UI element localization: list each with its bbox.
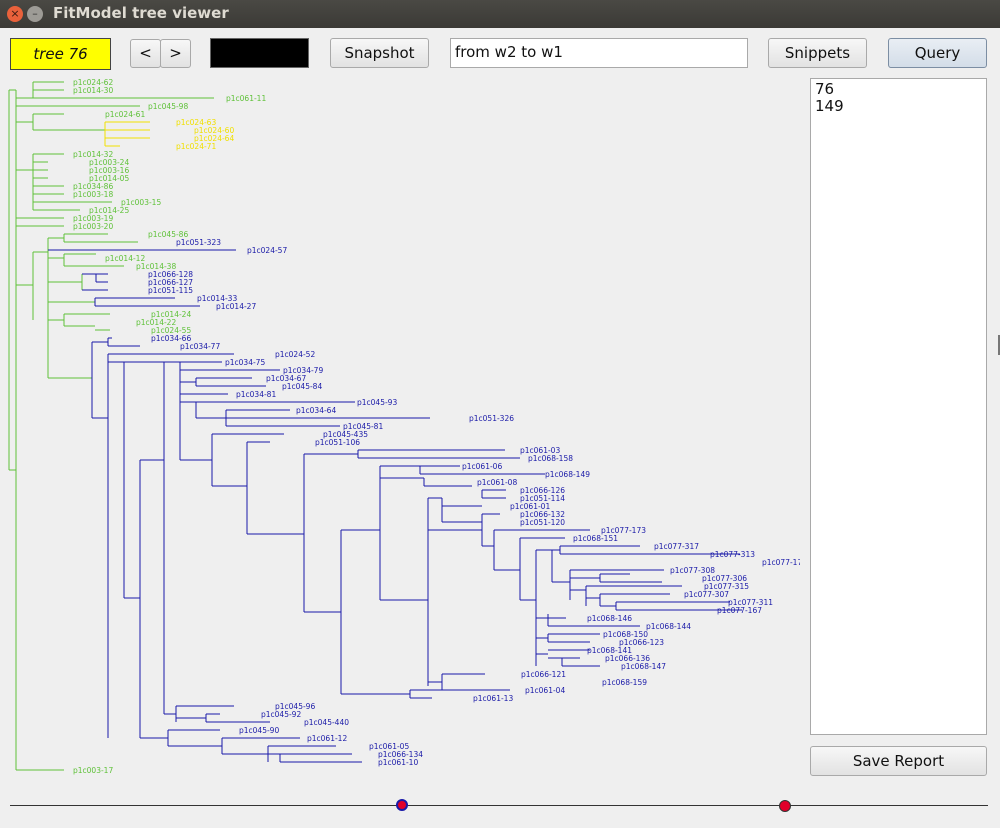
tree-leaf-label[interactable]: p1c051-106 [315, 438, 360, 447]
tree-leaf-label[interactable]: p1c051-326 [469, 414, 514, 423]
tree-leaf-label[interactable]: p1c003-17 [73, 766, 113, 775]
tree-leaf-label[interactable]: p1c045-440 [304, 718, 349, 727]
tree-leaf-label[interactable]: p1c024-57 [247, 246, 287, 255]
tree-leaf-label[interactable]: p1c014-30 [73, 86, 113, 95]
tree-leaf-label[interactable]: p1c045-90 [239, 726, 279, 735]
tree-leaf-label[interactable]: p1c003-18 [73, 190, 113, 199]
tree-leaf-label[interactable]: p1c034-75 [225, 358, 265, 367]
tree-leaf-label[interactable]: p1c068-147 [621, 662, 666, 671]
tree-leaf-label[interactable]: p1c077-176 [762, 558, 807, 567]
tree-leaf-label[interactable]: p1c061-11 [226, 94, 266, 103]
tree-leaf-label[interactable]: p1c051-115 [148, 286, 193, 295]
tree-leaf-label[interactable]: p1c045-92 [261, 710, 301, 719]
tree-leaf-label[interactable]: p1c034-77 [180, 342, 220, 351]
tree-leaf-label[interactable]: p1c061-12 [307, 734, 347, 743]
prev-tree-button[interactable]: < [130, 39, 161, 68]
tree-leaf-label[interactable]: p1c061-04 [525, 686, 565, 695]
snippets-button[interactable]: Snippets [768, 38, 867, 68]
tree-leaf-label[interactable]: p1c045-98 [148, 102, 188, 111]
tree-leaf-label[interactable]: p1c077-317 [654, 542, 699, 551]
tree-leaf-label[interactable]: p1c061-10 [378, 758, 418, 767]
tree-leaf-label[interactable]: p1c034-64 [296, 406, 336, 415]
window-title: FitModel tree viewer [53, 4, 229, 22]
tree-leaf-label[interactable]: p1c024-61 [105, 110, 145, 119]
tree-leaf-label[interactable]: p1c061-08 [477, 478, 517, 487]
slider-handle-left[interactable] [396, 799, 408, 811]
save-report-button[interactable]: Save Report [810, 746, 987, 776]
tree-leaf-label[interactable]: p1c068-146 [587, 614, 632, 623]
close-icon[interactable]: × [7, 6, 23, 22]
tree-leaf-label[interactable]: p1c034-81 [236, 390, 276, 399]
tree-leaf-label[interactable]: p1c061-13 [473, 694, 513, 703]
tree-leaf-label[interactable]: p1c024-52 [275, 350, 315, 359]
tree-leaf-label[interactable]: p1c003-20 [73, 222, 113, 231]
color-swatch[interactable] [210, 38, 309, 68]
phylogenetic-tree: p1c024-62p1c014-30p1c061-11p1c045-98p1c0… [8, 78, 807, 775]
tree-leaf-label[interactable]: p1c051-120 [520, 518, 565, 527]
tree-leaf-label[interactable]: p1c061-06 [462, 462, 502, 471]
title-bar: × – FitModel tree viewer [0, 0, 1000, 28]
slider-handle-right[interactable] [779, 800, 791, 812]
tree-leaf-label[interactable]: p1c077-307 [684, 590, 729, 599]
query-input[interactable]: from w2 to w1 [450, 38, 748, 68]
tree-leaf-label[interactable]: p1c024-71 [176, 142, 216, 151]
tree-leaf-label[interactable]: p1c045-84 [282, 382, 322, 391]
list-item[interactable]: 76 [815, 81, 982, 98]
tree-number-label: tree 76 [10, 38, 111, 70]
tree-leaf-label[interactable]: p1c014-27 [216, 302, 256, 311]
tree-leaf-label[interactable]: p1c045-93 [357, 398, 397, 407]
next-tree-button[interactable]: > [160, 39, 191, 68]
tree-leaf-label[interactable]: p1c051-323 [176, 238, 221, 247]
tree-leaf-label[interactable]: p1c068-144 [646, 622, 691, 631]
tree-leaf-label[interactable]: p1c068-149 [545, 470, 590, 479]
range-slider-track[interactable] [10, 805, 988, 806]
tree-leaf-label[interactable]: p1c068-158 [528, 454, 573, 463]
results-list[interactable]: 76 149 [810, 78, 987, 735]
tree-leaf-label[interactable]: p1c068-151 [573, 534, 618, 543]
snapshot-button[interactable]: Snapshot [330, 38, 429, 68]
minimize-icon[interactable]: – [27, 6, 43, 22]
tree-leaf-label[interactable]: p1c066-121 [521, 670, 566, 679]
tree-view[interactable]: p1c024-62 p1c014-30 p1c061-11 p1c045-98 p1c0… [0, 74, 807, 780]
query-button[interactable]: Query [888, 38, 987, 68]
tree-leaf-label[interactable]: p1c068-159 [602, 678, 647, 687]
list-item[interactable]: 149 [815, 98, 982, 115]
